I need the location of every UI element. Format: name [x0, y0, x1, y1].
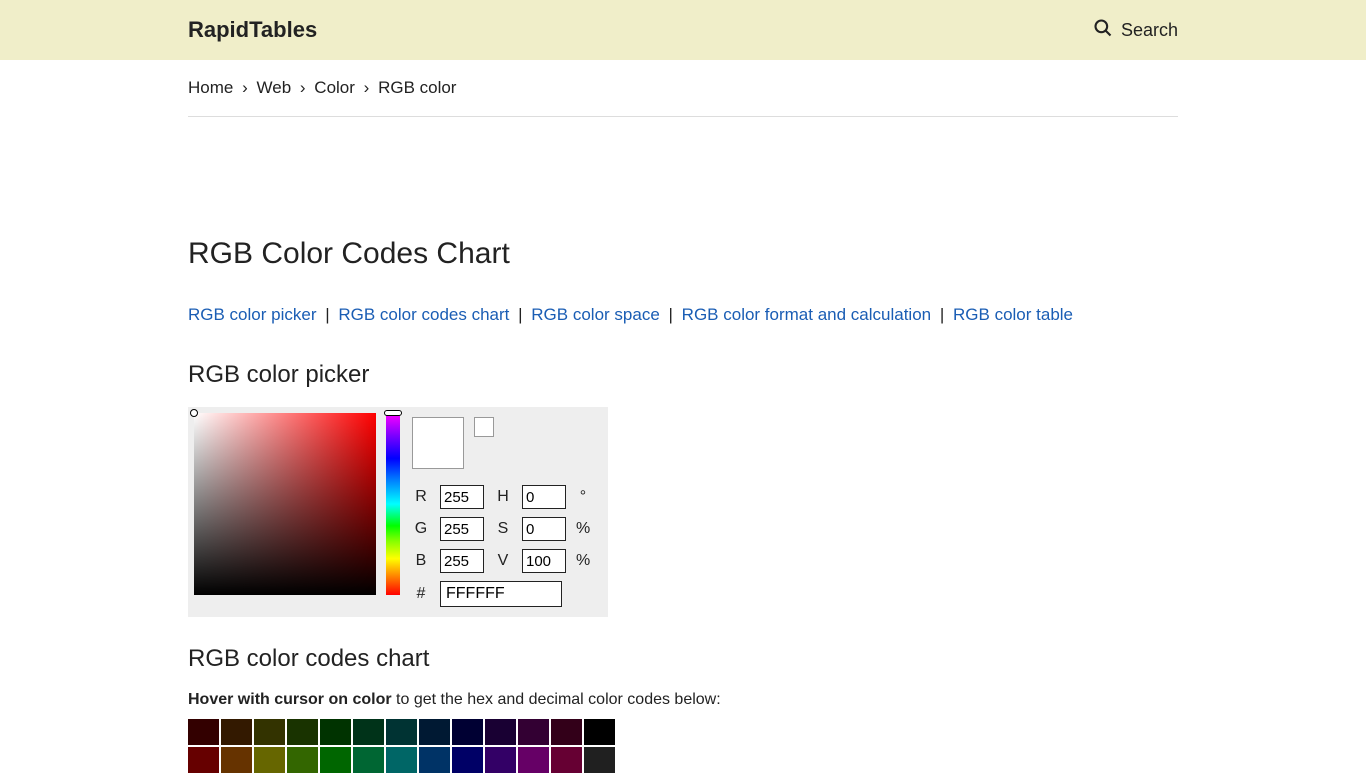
color-cell[interactable]	[353, 719, 384, 745]
b-label: B	[412, 552, 430, 570]
sv-cursor-icon[interactable]	[190, 409, 198, 417]
color-cell[interactable]	[518, 719, 549, 745]
search-button[interactable]: Search	[1093, 18, 1178, 43]
g-input[interactable]	[440, 517, 484, 541]
v-label: V	[494, 552, 512, 570]
color-picker-panel: R H ° G S % B V % #	[188, 407, 608, 617]
breadcrumb: Home › Web › Color › RGB color	[188, 78, 1178, 117]
v-input[interactable]	[522, 549, 566, 573]
hue-bar	[386, 413, 400, 595]
previous-color-swatch	[474, 417, 494, 437]
breadcrumb-color[interactable]: Color	[314, 78, 355, 97]
h-input[interactable]	[522, 485, 566, 509]
current-color-swatch	[412, 417, 464, 469]
color-cell[interactable]	[485, 747, 516, 773]
color-cell[interactable]	[254, 719, 285, 745]
color-cell[interactable]	[188, 747, 219, 773]
hex-label: #	[412, 585, 430, 603]
section-chart-title: RGB color codes chart	[188, 645, 1178, 673]
site-logo[interactable]: RapidTables	[188, 17, 317, 43]
color-cell[interactable]	[518, 747, 549, 773]
hue-cursor-icon[interactable]	[384, 410, 402, 416]
color-cell[interactable]	[584, 719, 615, 745]
r-label: R	[412, 488, 430, 506]
v-unit: %	[576, 552, 590, 570]
breadcrumb-current: RGB color	[378, 78, 456, 97]
color-cell[interactable]	[221, 747, 252, 773]
h-unit: °	[576, 488, 590, 506]
saturation-value-box[interactable]	[194, 413, 376, 595]
color-codes-grid	[188, 719, 1178, 773]
color-cell[interactable]	[287, 747, 318, 773]
s-input[interactable]	[522, 517, 566, 541]
color-cell[interactable]	[320, 719, 351, 745]
breadcrumb-home[interactable]: Home	[188, 78, 233, 97]
color-cell[interactable]	[584, 747, 615, 773]
color-cell[interactable]	[485, 719, 516, 745]
anchor-chart[interactable]: RGB color codes chart	[338, 305, 509, 324]
r-input[interactable]	[440, 485, 484, 509]
color-cell[interactable]	[287, 719, 318, 745]
anchor-links: RGB color picker | RGB color codes chart…	[188, 299, 1178, 331]
color-cell[interactable]	[254, 747, 285, 773]
color-cell[interactable]	[188, 719, 219, 745]
color-cell[interactable]	[452, 719, 483, 745]
color-cell[interactable]	[452, 747, 483, 773]
color-cell[interactable]	[419, 719, 450, 745]
color-cell[interactable]	[386, 747, 417, 773]
color-cell[interactable]	[551, 747, 582, 773]
anchor-format[interactable]: RGB color format and calculation	[682, 305, 931, 324]
color-cell[interactable]	[551, 719, 582, 745]
anchor-picker[interactable]: RGB color picker	[188, 305, 316, 324]
section-picker-title: RGB color picker	[188, 361, 1178, 389]
g-label: G	[412, 520, 430, 538]
hue-slider[interactable]	[384, 413, 402, 595]
color-cell[interactable]	[419, 747, 450, 773]
breadcrumb-web[interactable]: Web	[257, 78, 292, 97]
search-icon	[1093, 18, 1113, 43]
search-label: Search	[1121, 20, 1178, 41]
anchor-table[interactable]: RGB color table	[953, 305, 1073, 324]
s-label: S	[494, 520, 512, 538]
page-title: RGB Color Codes Chart	[188, 237, 1178, 271]
color-cell[interactable]	[221, 719, 252, 745]
ad-space	[188, 117, 1178, 237]
h-label: H	[494, 488, 512, 506]
color-cell[interactable]	[353, 747, 384, 773]
b-input[interactable]	[440, 549, 484, 573]
color-cell[interactable]	[386, 719, 417, 745]
hex-input[interactable]	[440, 581, 562, 607]
s-unit: %	[576, 520, 590, 538]
hover-instruction: Hover with cursor on color to get the he…	[188, 691, 1178, 709]
anchor-space[interactable]: RGB color space	[531, 305, 660, 324]
color-cell[interactable]	[320, 747, 351, 773]
